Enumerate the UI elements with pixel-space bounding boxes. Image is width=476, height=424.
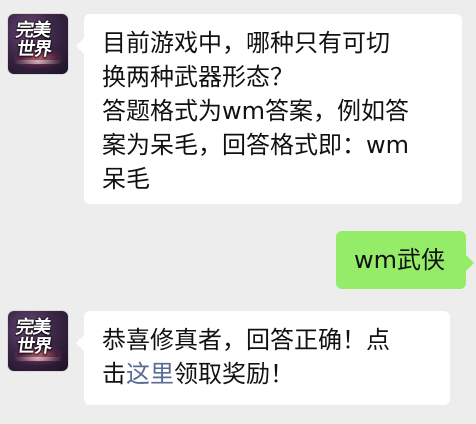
reward-link[interactable]: 这里 [126, 360, 174, 388]
avatar-logo-line-2: 世界 [15, 39, 53, 60]
question-line-1: 目前游戏中，哪种只有可切 [102, 29, 390, 57]
question-line-4: 案为呆毛，回答格式即：wm [102, 131, 410, 159]
user-reply-bubble: wm武侠 [336, 231, 474, 289]
result-line-1: 恭喜修真者，回答正确！点 [102, 326, 390, 354]
question-line-2: 换两种武器形态？ [102, 63, 294, 91]
question-line-3: 答题格式为wm答案，例如答 [102, 97, 410, 125]
question-line-5: 呆毛 [102, 165, 150, 193]
user-reply-text: wm武侠 [354, 246, 446, 274]
avatar-logo-line-2: 世界 [15, 336, 53, 357]
bot-avatar[interactable]: 完美 世界 [8, 14, 68, 74]
result-line-2: 击这里领取奖励！ [102, 357, 434, 391]
avatar-logo-line-1: 完美 [14, 20, 52, 41]
result-bubble: 恭喜修真者，回答正确！点 击这里领取奖励！ [76, 311, 450, 405]
avatar-logo-line-1: 完美 [14, 317, 52, 338]
avatar-logo-underline [14, 60, 62, 64]
result-line-2-suffix: 领取奖励！ [174, 360, 294, 388]
avatar-logo-underline [14, 357, 62, 361]
question-bubble: 目前游戏中，哪种只有可切 换两种武器形态？ 答题格式为wm答案，例如答 案为呆毛… [76, 14, 462, 204]
result-line-2-prefix: 击 [102, 360, 126, 388]
bot-avatar[interactable]: 完美 世界 [8, 311, 68, 371]
